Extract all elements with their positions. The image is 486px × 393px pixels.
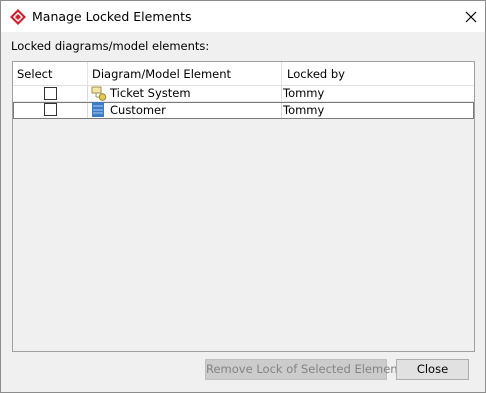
table-row[interactable]: Ticket System Tommy (13, 86, 474, 102)
window-title: Manage Locked Elements (32, 9, 192, 24)
column-header-select[interactable]: Select (13, 62, 87, 86)
element-name: Ticket System (110, 86, 191, 100)
element-name: Customer (110, 103, 166, 117)
close-button[interactable]: Close (396, 359, 469, 380)
column-header-element[interactable]: Diagram/Model Element (88, 62, 282, 86)
locked-by-value: Tommy (283, 86, 325, 100)
select-checkbox[interactable] (44, 87, 57, 100)
app-logo-icon (10, 9, 26, 25)
manage-locked-elements-dialog: Manage Locked Elements Locked diagrams/m… (0, 0, 486, 393)
title-bar: Manage Locked Elements (1, 1, 485, 32)
diagram-icon (91, 86, 107, 101)
remove-lock-button[interactable]: Remove Lock of Selected Elements (205, 359, 408, 380)
locked-by-value: Tommy (283, 103, 325, 117)
table-header: Select Diagram/Model Element Locked by (13, 62, 474, 86)
column-header-locked-by[interactable]: Locked by (282, 62, 474, 86)
class-icon (92, 102, 104, 117)
table-row[interactable]: Customer Tommy (13, 102, 474, 119)
select-checkbox[interactable] (44, 103, 57, 116)
close-icon[interactable] (460, 6, 482, 28)
locked-elements-label: Locked diagrams/model elements: (11, 39, 210, 53)
locked-elements-table: Select Diagram/Model Element Locked by T… (12, 61, 475, 352)
